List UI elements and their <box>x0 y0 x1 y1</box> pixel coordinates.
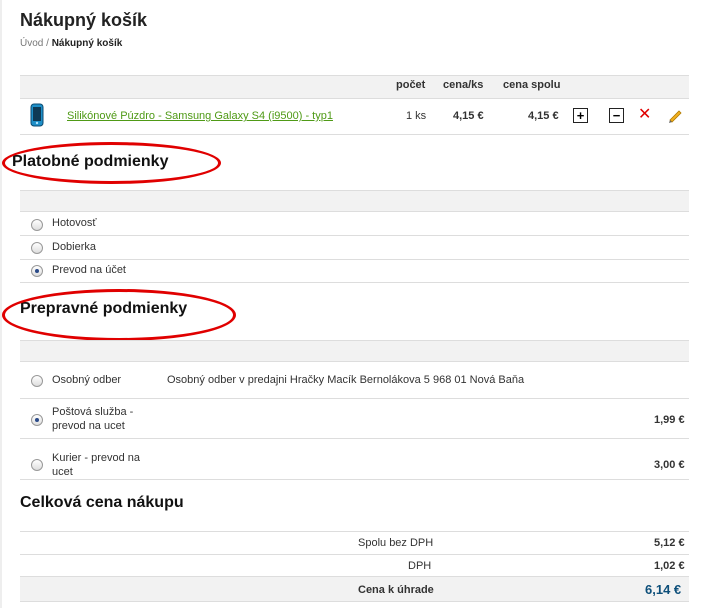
summary-row <box>20 531 689 555</box>
left-border <box>0 0 2 608</box>
page-title: Nákupný košík <box>20 10 148 30</box>
payment-option-row[interactable] <box>20 211 689 236</box>
shipping-option-label-line1: Poštová služba - <box>52 406 134 418</box>
breadcrumb-home[interactable]: Úvod <box>20 38 43 49</box>
payment-option-label: Hotovosť <box>52 217 97 229</box>
summary-label: DPH <box>408 560 432 572</box>
shipping-option-label-line2: ucet <box>52 466 73 478</box>
header-count: počet <box>396 79 426 91</box>
summary-total-label: Cena k úhrade <box>358 584 434 596</box>
shipping-price: 1,99 € <box>654 414 685 426</box>
summary-total-row <box>20 577 689 602</box>
summary-title: Celková cena nákupu <box>20 494 184 511</box>
edit-pencil-icon[interactable] <box>667 107 683 123</box>
shipping-price: 3,00 € <box>654 459 685 471</box>
shipping-option-row[interactable] <box>20 399 689 439</box>
payment-radio-cash[interactable] <box>31 219 43 231</box>
cart-header-row <box>20 75 689 99</box>
shipping-radio-courier[interactable] <box>31 459 43 471</box>
payment-radio-cod[interactable] <box>31 242 43 254</box>
payment-option-label: Dobierka <box>52 241 97 253</box>
shipping-radio-post[interactable] <box>31 414 43 426</box>
product-link[interactable]: Silikónové Púzdro - Samsung Galaxy S4 (i… <box>67 110 333 122</box>
annotation-ellipse-payment <box>2 142 221 184</box>
breadcrumb: Úvod / Nákupný košík <box>20 38 122 49</box>
increase-quantity-button[interactable]: + <box>573 108 588 123</box>
summary-total-value: 6,14 € <box>645 582 682 597</box>
shipping-header-row <box>20 340 689 362</box>
product-thumbnail[interactable] <box>30 103 44 127</box>
payment-option-label: Prevod na účet <box>52 264 126 276</box>
breadcrumb-current: Nákupný košík <box>51 38 123 49</box>
payment-header-row <box>20 190 689 212</box>
payment-option-row[interactable] <box>20 236 689 260</box>
summary-value: 1,02 € <box>654 560 685 572</box>
annotation-ellipse-shipping <box>2 289 236 341</box>
item-quantity: 1 ks <box>406 110 427 122</box>
breadcrumb-separator: / <box>46 38 49 49</box>
shipping-option-note: Osobný odber v predajni Hračky Macík Ber… <box>167 374 525 386</box>
remove-item-icon[interactable]: ✕ <box>638 107 651 123</box>
shipping-radio-pickup[interactable] <box>31 375 43 387</box>
summary-row <box>20 554 689 577</box>
shipping-option-label-line1: Kurier - prevod na <box>52 452 141 464</box>
decrease-quantity-button[interactable]: − <box>609 108 624 123</box>
item-total: 4,15 € <box>528 110 559 122</box>
shipping-option-label: Osobný odber <box>52 374 122 386</box>
item-unit-price: 4,15 € <box>453 110 484 122</box>
shipping-option-label-line2: prevod na ucet <box>52 420 125 432</box>
header-total: cena spolu <box>503 79 561 91</box>
summary-value: 5,12 € <box>654 537 685 549</box>
payment-radio-transfer[interactable] <box>31 265 43 277</box>
header-unit-price: cena/ks <box>443 79 484 91</box>
summary-label: Spolu bez DPH <box>358 537 434 549</box>
